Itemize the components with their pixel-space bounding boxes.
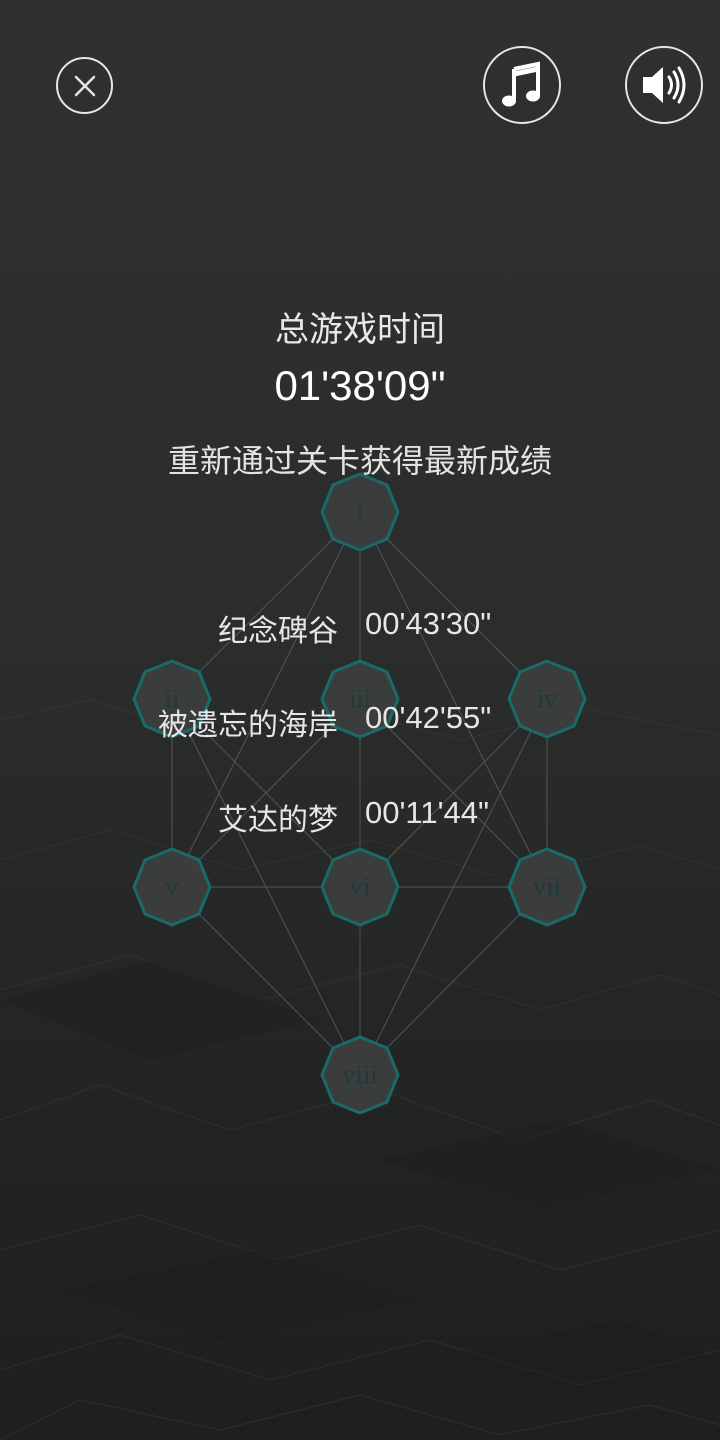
music-note-icon xyxy=(502,61,540,107)
level-connections xyxy=(171,511,548,1076)
record-row: 被遗忘的海岸 00'42'55" xyxy=(0,700,720,744)
close-button[interactable] xyxy=(56,57,113,114)
record-time: 00'42'55" xyxy=(365,700,492,735)
total-time-value: 01'38'09" xyxy=(274,362,446,409)
total-time-title: 总游戏时间 xyxy=(275,310,445,350)
level-node-label: vii xyxy=(532,875,561,901)
level-node-label: i xyxy=(356,500,363,526)
record-time: 00'43'30" xyxy=(365,606,492,641)
record-name: 纪念碑谷 xyxy=(218,614,338,649)
music-toggle-button[interactable] xyxy=(483,46,561,124)
close-icon xyxy=(74,75,95,96)
record-name: 艾达的梦 xyxy=(218,803,338,838)
replay-hint: 重新通过关卡获得最新成绩 xyxy=(167,442,552,480)
sound-toggle-button[interactable] xyxy=(625,46,703,124)
speaker-volume-icon xyxy=(643,66,686,104)
level-node-label: v xyxy=(165,875,179,901)
level-node-viii[interactable]: viii xyxy=(320,1035,400,1115)
level-node-label: viii xyxy=(341,1063,377,1089)
record-row: 纪念碑谷 00'43'30" xyxy=(0,606,720,650)
level-node-vi[interactable]: vi xyxy=(320,847,400,927)
level-node-vii[interactable]: vii xyxy=(507,847,587,927)
level-node-label: vi xyxy=(349,875,370,901)
record-row: 艾达的梦 00'11'44" xyxy=(0,795,720,839)
record-time: 00'11'44" xyxy=(365,795,489,830)
level-node-i[interactable]: i xyxy=(320,472,400,552)
record-name: 被遗忘的海岸 xyxy=(158,708,338,743)
level-node-v[interactable]: v xyxy=(132,847,212,927)
